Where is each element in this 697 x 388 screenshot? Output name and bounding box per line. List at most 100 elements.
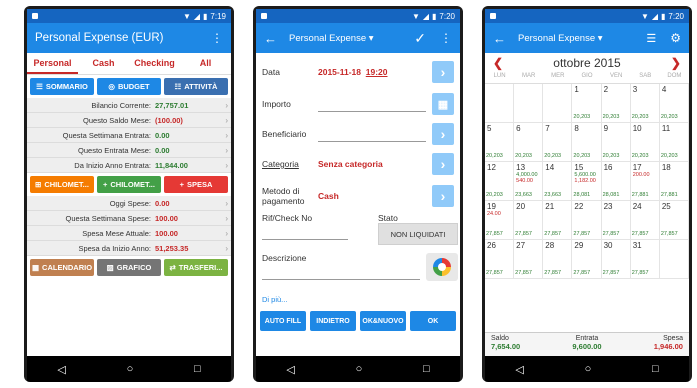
summary-row[interactable]: Spesa Mese Attuale: 100.00 ›: [27, 226, 231, 241]
auto-fill-button[interactable]: AUTO FILL: [260, 311, 306, 331]
prev-month-icon[interactable]: ❮: [493, 56, 503, 70]
overflow-menu-icon[interactable]: ⋮: [440, 31, 452, 45]
camera-button[interactable]: [426, 253, 458, 281]
status-toggle-button[interactable]: NON LIQUIDATI: [378, 223, 458, 245]
calendar-day-cell[interactable]: 16 28,081: [601, 162, 631, 201]
calendar-day-cell[interactable]: 11 20,203: [659, 123, 689, 162]
calendar-day-cell[interactable]: 23 27,857: [601, 201, 631, 240]
calendar-day-cell[interactable]: 5 20,203: [485, 123, 515, 162]
back-arrow-icon[interactable]: ←: [493, 31, 506, 46]
back-nav-icon[interactable]: ◁: [286, 363, 294, 376]
transfer-button[interactable]: ⇄ TRASFERI...: [164, 259, 228, 276]
category-chevron-button[interactable]: ›: [432, 153, 454, 175]
summary-row[interactable]: Da Inizio Anno Entrata: 11,844.00 ›: [27, 158, 231, 173]
calendar-day-cell[interactable]: 2 20,203: [601, 84, 631, 123]
calendar-day-cell[interactable]: 21 27,857: [543, 201, 573, 240]
summary-row[interactable]: Oggi Spese: 0.00 ›: [27, 196, 231, 211]
calendar-day-cell[interactable]: 18 27,881: [659, 162, 689, 201]
summary-row[interactable]: Questa Settimana Spese: 100.00 ›: [27, 211, 231, 226]
calendar-day-cell[interactable]: 10 20,203: [630, 123, 660, 162]
calendar-day-cell[interactable]: 26 27,857: [485, 240, 515, 279]
calendar-day-cell[interactable]: 8 20,203: [572, 123, 602, 162]
chevron-right-icon: ›: [225, 160, 228, 170]
check-icon[interactable]: ✓: [414, 30, 426, 47]
calendar-day-cell[interactable]: 13 4,000.00 540.00 23,663: [514, 162, 544, 201]
dropdown-icon: ▾: [597, 32, 603, 44]
mileage-add-button[interactable]: ⊞ CHILOMET...: [30, 176, 94, 193]
recents-nav-icon[interactable]: □: [194, 363, 201, 375]
mileage-income-button[interactable]: + CHILOMET...: [97, 176, 161, 193]
account-selector[interactable]: Personal Expense ▾: [289, 33, 414, 44]
ok-button[interactable]: OK: [410, 311, 456, 331]
day-number: 13: [516, 163, 526, 172]
calendar-day-cell[interactable]: 6 20,203: [514, 123, 544, 162]
budget-button[interactable]: ◎ BUDGET: [97, 78, 161, 95]
list-view-icon[interactable]: ☰: [646, 32, 656, 45]
month-summary: Saldo 7,654.00 Entrata 9,600.00 Spesa 1,…: [485, 332, 689, 356]
calendar-day-cell[interactable]: 20 27,857: [514, 201, 544, 240]
calendar-day-cell[interactable]: 4 20,203: [659, 84, 689, 123]
calendar-day-cell[interactable]: 3 20,203: [630, 84, 660, 123]
ok-and-new-button[interactable]: OK&NUOVO: [360, 311, 406, 331]
tab-checking[interactable]: Checking: [129, 53, 180, 74]
payee-chevron-button[interactable]: ›: [432, 123, 454, 145]
summary-button[interactable]: ☰ SOMMARIO: [30, 78, 94, 95]
amount-input[interactable]: [318, 111, 426, 112]
calendar-day-cell[interactable]: 28 27,857: [543, 240, 573, 279]
tab-all[interactable]: All: [180, 53, 231, 74]
recents-nav-icon[interactable]: □: [652, 363, 659, 375]
weekday-label: DOM: [667, 73, 682, 79]
home-nav-icon[interactable]: ○: [127, 363, 134, 375]
more-link[interactable]: Di più...: [262, 295, 287, 304]
back-nav-icon[interactable]: ◁: [515, 363, 523, 376]
calendar-day-cell[interactable]: 19 24.00 27,857: [485, 201, 515, 240]
day-number: 23: [603, 202, 613, 211]
overflow-menu-icon[interactable]: ⋮: [211, 31, 223, 45]
calendar-day-cell[interactable]: 15 5,600.00 1,182.00 28,081: [572, 162, 602, 201]
description-input[interactable]: [262, 279, 420, 280]
recents-nav-icon[interactable]: □: [423, 363, 430, 375]
calendar-day-cell[interactable]: 25 27,857: [659, 201, 689, 240]
activity-button[interactable]: ☷ ATTIVITÀ: [164, 78, 228, 95]
payment-chevron-button[interactable]: ›: [432, 185, 454, 207]
back-nav-icon[interactable]: ◁: [57, 363, 65, 376]
calendar-day-cell[interactable]: 30 27,857: [601, 240, 631, 279]
calendar-day-cell[interactable]: 7 20,203: [543, 123, 573, 162]
back-button[interactable]: INDIETRO: [310, 311, 356, 331]
calendar-day-cell[interactable]: 24 27,857: [630, 201, 660, 240]
summary-row[interactable]: Spesa da Inizio Anno: 51,253.35 ›: [27, 241, 231, 256]
home-nav-icon[interactable]: ○: [356, 363, 363, 375]
ref-input[interactable]: [262, 239, 348, 240]
summary-row[interactable]: Questo Entrata Mese: 0.00 ›: [27, 143, 231, 158]
next-month-icon[interactable]: ❯: [671, 56, 681, 70]
tab-cash[interactable]: Cash: [78, 53, 129, 74]
home-nav-icon[interactable]: ○: [585, 363, 592, 375]
payee-input[interactable]: [318, 141, 426, 142]
calendar-day-cell[interactable]: 9 20,203: [601, 123, 631, 162]
gear-icon[interactable]: ⚙: [670, 31, 681, 45]
chart-button[interactable]: ▨ GRAFICO: [97, 259, 161, 276]
calendar-day-cell[interactable]: 12 20,203: [485, 162, 515, 201]
calendar-day-cell[interactable]: 29 27,857: [572, 240, 602, 279]
date-chevron-button[interactable]: ›: [432, 61, 454, 83]
summary-row[interactable]: Questo Saldo Mese: (100.00) ›: [27, 113, 231, 128]
account-selector[interactable]: Personal Expense ▾: [518, 33, 646, 44]
calendar-day-cell[interactable]: 1 20,203: [572, 84, 602, 123]
calendar-button[interactable]: ▦ CALENDARIO: [30, 259, 94, 276]
tab-personal[interactable]: Personal: [27, 53, 78, 74]
calendar-day-cell[interactable]: 14 23,663: [543, 162, 573, 201]
calendar-day-cell[interactable]: 17 200.00 27,881: [630, 162, 660, 201]
summary-row[interactable]: Bilancio Corrente: 27,757.01 ›: [27, 98, 231, 113]
calendar-day-cell[interactable]: 27 27,857: [514, 240, 544, 279]
time-text[interactable]: 19:20: [366, 67, 388, 77]
calendar-day-cell[interactable]: 31 27,857: [630, 240, 660, 279]
income-label: Entrata: [575, 335, 599, 342]
calendar-day-cell[interactable]: 22 27,857: [572, 201, 602, 240]
day-balance: 20,203: [631, 114, 649, 120]
day-balance: 27,857: [631, 270, 649, 276]
expense-button[interactable]: + SPESA: [164, 176, 228, 193]
calculator-icon[interactable]: ▦: [432, 93, 454, 115]
summary-row[interactable]: Questa Settimana Entrata: 0.00 ›: [27, 128, 231, 143]
back-arrow-icon[interactable]: ←: [264, 31, 277, 46]
amount-label: Importo: [262, 99, 291, 109]
